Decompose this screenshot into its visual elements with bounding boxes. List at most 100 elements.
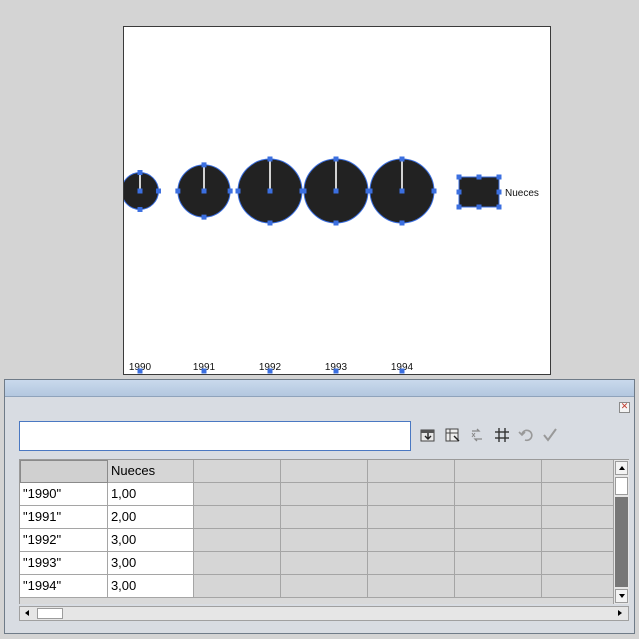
- grid-empty-cell[interactable]: [281, 506, 368, 529]
- table-row: "1990" 1,00: [20, 483, 629, 506]
- grid-row-label-cell[interactable]: "1994": [20, 575, 108, 598]
- grid-value-cell[interactable]: 3,00: [107, 529, 194, 552]
- selection-handle[interactable]: [496, 174, 502, 180]
- selection-handle[interactable]: [201, 162, 207, 168]
- grid-empty-cell[interactable]: [368, 483, 455, 506]
- grid-header-row: Nueces: [20, 460, 629, 483]
- grid-empty-cell[interactable]: [368, 460, 456, 483]
- selection-handle[interactable]: [496, 189, 502, 195]
- grid-empty-cell[interactable]: [281, 529, 368, 552]
- close-icon[interactable]: ✕: [619, 402, 630, 413]
- grid-empty-cell[interactable]: [281, 552, 368, 575]
- selection-handle[interactable]: [137, 368, 143, 374]
- transpose-row-column-icon[interactable]: [442, 424, 464, 446]
- chart-artboard[interactable]: 1990 1991 1992 1993 1994 Nueces: [123, 26, 551, 375]
- switch-xy-icon[interactable]: [466, 424, 488, 446]
- selection-handle[interactable]: [333, 368, 339, 374]
- table-row: "1991" 2,00: [20, 506, 629, 529]
- table-row: "1992" 3,00: [20, 529, 629, 552]
- grid-empty-cell[interactable]: [455, 529, 542, 552]
- pie-graph[interactable]: 1990 1991 1992 1993 1994Nueces: [124, 27, 552, 376]
- grid-empty-cell[interactable]: [455, 575, 542, 598]
- grid-empty-cell[interactable]: [455, 506, 542, 529]
- grid-empty-cell[interactable]: [455, 460, 543, 483]
- grid-row-label-cell[interactable]: "1992": [20, 529, 108, 552]
- grid-value-cell[interactable]: 3,00: [107, 552, 194, 575]
- scroll-right-icon[interactable]: [613, 607, 627, 620]
- grid-empty-cell[interactable]: [194, 575, 281, 598]
- grid-empty-cell[interactable]: [194, 506, 281, 529]
- scroll-up-icon[interactable]: [615, 461, 628, 475]
- legend-label: Nueces: [505, 188, 539, 199]
- grid-empty-cell[interactable]: [194, 460, 282, 483]
- selection-handle[interactable]: [267, 220, 273, 226]
- panel-titlebar[interactable]: [5, 380, 634, 397]
- selection-handle[interactable]: [456, 189, 462, 195]
- legend-swatch[interactable]: [458, 176, 500, 208]
- scroll-down-icon[interactable]: [615, 589, 628, 603]
- grid-empty-cell[interactable]: [281, 575, 368, 598]
- selection-handle[interactable]: [301, 188, 307, 194]
- grid-empty-cell[interactable]: [368, 575, 455, 598]
- selection-handle[interactable]: [399, 220, 405, 226]
- selection-handle[interactable]: [137, 206, 143, 212]
- selection-handle[interactable]: [333, 188, 339, 194]
- grid-empty-cell[interactable]: [194, 552, 281, 575]
- selection-handle[interactable]: [399, 188, 405, 194]
- graph-data-panel: ✕ Nueces "1990" 1,00 "1991" 2,00 "1992" …: [4, 379, 635, 634]
- cell-value-input[interactable]: [19, 421, 411, 451]
- table-row: "1993" 3,00: [20, 552, 629, 575]
- selection-handle[interactable]: [399, 368, 405, 374]
- grid-header-cell[interactable]: [20, 460, 108, 483]
- selection-handle[interactable]: [267, 188, 273, 194]
- selection-handle[interactable]: [476, 174, 482, 180]
- selection-handle[interactable]: [201, 188, 207, 194]
- selection-handle[interactable]: [137, 188, 143, 194]
- grid-empty-cell[interactable]: [281, 460, 369, 483]
- selection-handle[interactable]: [333, 220, 339, 226]
- selection-handle[interactable]: [399, 156, 405, 162]
- selection-handle[interactable]: [267, 368, 273, 374]
- selection-handle[interactable]: [431, 188, 437, 194]
- data-grid: Nueces "1990" 1,00 "1991" 2,00 "1992" 3,…: [19, 459, 629, 604]
- scroll-thumb[interactable]: [615, 477, 628, 495]
- selection-handle[interactable]: [137, 170, 143, 176]
- grid-value-cell[interactable]: 2,00: [107, 506, 194, 529]
- grid-row-label-cell[interactable]: "1993": [20, 552, 108, 575]
- selection-handle[interactable]: [333, 156, 339, 162]
- grid-empty-cell[interactable]: [368, 506, 455, 529]
- selection-handle[interactable]: [456, 204, 462, 210]
- selection-handle[interactable]: [227, 188, 233, 194]
- grid-row-label-cell[interactable]: "1990": [20, 483, 108, 506]
- cell-style-icon[interactable]: [491, 424, 513, 446]
- grid-empty-cell[interactable]: [281, 483, 368, 506]
- import-data-icon[interactable]: [417, 424, 439, 446]
- grid-empty-cell[interactable]: [368, 552, 455, 575]
- selection-handle[interactable]: [175, 188, 181, 194]
- selection-handle[interactable]: [155, 188, 161, 194]
- apply-icon[interactable]: [539, 424, 561, 446]
- selection-handle[interactable]: [456, 174, 462, 180]
- grid-header-cell[interactable]: Nueces: [108, 460, 195, 483]
- grid-row-label-cell[interactable]: "1991": [20, 506, 108, 529]
- grid-empty-cell[interactable]: [194, 529, 281, 552]
- scroll-left-icon[interactable]: [21, 607, 35, 620]
- selection-handle[interactable]: [235, 188, 241, 194]
- grid-empty-cell[interactable]: [194, 483, 281, 506]
- selection-handle[interactable]: [496, 204, 502, 210]
- selection-handle[interactable]: [267, 156, 273, 162]
- selection-handle[interactable]: [476, 204, 482, 210]
- selection-handle[interactable]: [367, 188, 373, 194]
- selection-handle[interactable]: [201, 214, 207, 220]
- selection-handle[interactable]: [201, 368, 207, 374]
- revert-icon[interactable]: [515, 424, 537, 446]
- scroll-thumb[interactable]: [37, 608, 63, 619]
- grid-empty-cell[interactable]: [368, 529, 455, 552]
- horizontal-scrollbar[interactable]: [19, 606, 629, 621]
- grid-value-cell[interactable]: 3,00: [107, 575, 194, 598]
- vertical-scrollbar[interactable]: [613, 460, 629, 604]
- scroll-track[interactable]: [615, 497, 628, 587]
- grid-empty-cell[interactable]: [455, 483, 542, 506]
- grid-value-cell[interactable]: 1,00: [107, 483, 194, 506]
- grid-empty-cell[interactable]: [455, 552, 542, 575]
